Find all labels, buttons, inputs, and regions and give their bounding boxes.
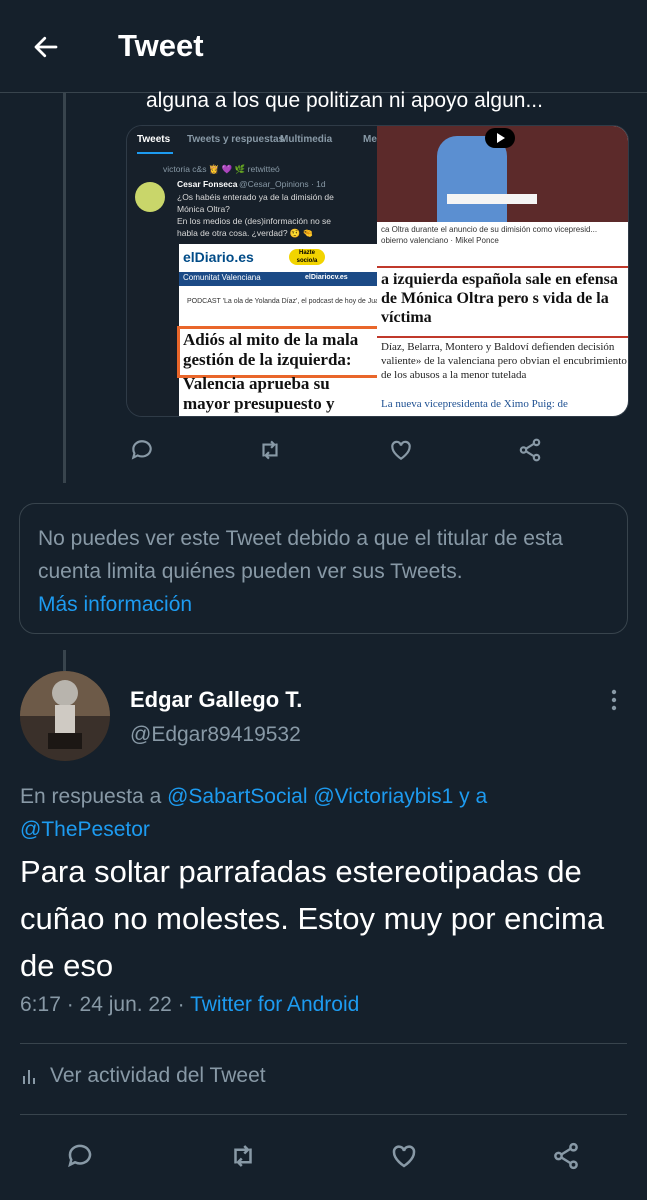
tweet-line: ¿Os habéis enterado ya de la dimisión de	[177, 192, 334, 202]
section-site: elDiariocv.es	[305, 274, 348, 281]
user-handle[interactable]: @Edgar89419532	[130, 723, 301, 747]
bar-chart-icon	[23, 1070, 35, 1084]
person-figure	[437, 136, 507, 222]
more-options-button[interactable]	[598, 684, 630, 716]
notice-text: No puedes ver este Tweet debido a que el…	[38, 527, 563, 583]
restricted-tweet-notice: No puedes ver este Tweet debido a que el…	[19, 503, 628, 634]
heart-icon	[392, 1145, 416, 1168]
tweet-media-image[interactable]: Tweets Tweets y respuestas Multimedia Me…	[126, 125, 629, 417]
reply-context: En respuesta a @SabartSocial @Victoriayb…	[20, 780, 620, 846]
top-app-bar: Tweet	[0, 0, 647, 93]
author-name: Cesar Fonseca	[177, 179, 238, 189]
retweet-icon	[234, 1145, 252, 1167]
tab-indicator	[137, 152, 173, 154]
heart-icon	[391, 440, 411, 460]
reply-icon	[68, 1144, 92, 1168]
tweet-line: Mónica Oltra?	[177, 204, 230, 214]
subscribe-pill: Hazte socio/a	[289, 249, 325, 265]
avatar	[135, 182, 165, 212]
thread-connector	[63, 93, 66, 483]
headline-line: mayor presupuesto y	[183, 394, 335, 413]
reply-prefix: En respuesta a	[20, 785, 162, 808]
more-info-link[interactable]: Más información	[38, 588, 609, 621]
share-button[interactable]	[542, 1136, 590, 1176]
activity-label: Ver actividad del Tweet	[50, 1064, 266, 1087]
article-subheadline: Díaz, Belarra, Montero y Baldoví defiend…	[377, 336, 628, 382]
tweet-line: habla de otra cosa. ¿verdad? 🤨 🤏	[177, 228, 314, 238]
retweet-button[interactable]	[246, 430, 294, 470]
photo-caption: ca Oltra durante el anuncio de su dimisi…	[381, 225, 598, 245]
newspaper-screenshot: elDiario.es Hazte socio/a Comunitat Vale…	[177, 244, 418, 416]
tab-label: Multimedia	[280, 134, 333, 145]
tab-label: Tweets y respuestas	[187, 134, 285, 145]
reply-button[interactable]	[118, 430, 166, 470]
section-label: Comunitat Valenciana	[183, 273, 261, 282]
display-name[interactable]: Edgar Gallego T.	[130, 687, 302, 713]
tab-label: Tweets	[137, 134, 171, 145]
reply-icon	[131, 440, 152, 460]
share-icon	[554, 1142, 578, 1170]
reply-button[interactable]	[56, 1136, 104, 1176]
more-vertical-icon	[611, 689, 617, 711]
tweet-meta: 6:17 · 24 jun. 22 · Twitter for Android	[20, 993, 359, 1017]
avatar[interactable]	[20, 671, 110, 761]
article-headline: a izquierda española sale en efensa de M…	[377, 266, 628, 327]
like-button[interactable]	[377, 430, 425, 470]
trophy-image	[20, 671, 110, 761]
tweet-text: Para soltar parrafadas estereotipadas de…	[20, 854, 605, 983]
reply-mentions-link[interactable]: @SabartSocial @Victoriaybis1 y a	[167, 785, 487, 808]
screenshot-twitter-profile: Tweets Tweets y respuestas Multimedia Me…	[127, 126, 418, 416]
screenshot-news-article: ca Oltra durante el anuncio de su dimisi…	[377, 126, 628, 416]
tweet-text-snippet: alguna a los que politizan ni apoyo algu…	[146, 89, 543, 112]
back-button[interactable]	[20, 25, 72, 69]
headline-line: gestión de la izquierda:	[183, 350, 352, 369]
newspaper-logo: elDiario.es	[183, 249, 254, 265]
section-band: Comunitat Valenciana elDiariocv.es	[179, 272, 377, 286]
tweet-source-link[interactable]: Twitter for Android	[190, 993, 359, 1016]
thread-connector	[63, 650, 66, 672]
tab-label: Me	[363, 134, 377, 145]
tweet-line: En los medios de (des)información no se	[177, 216, 332, 226]
tweet-timestamp[interactable]: 6:17 · 24 jun. 22 ·	[20, 993, 185, 1016]
related-link: La nueva vicepresidenta de Ximo Puig: de	[381, 398, 568, 410]
share-icon	[519, 438, 541, 462]
like-button[interactable]	[380, 1136, 428, 1176]
author-handle: @Cesar_Opinions · 1d	[239, 179, 326, 189]
divider	[20, 1043, 627, 1044]
play-icon	[485, 128, 515, 148]
view-activity-link[interactable]: Ver actividad del Tweet	[20, 1064, 266, 1088]
divider	[20, 1114, 627, 1115]
video-frame	[377, 126, 628, 222]
arrow-left-icon	[34, 36, 58, 58]
page-title: Tweet	[118, 28, 204, 63]
reply-mention-link[interactable]: @ThePesetor	[20, 818, 150, 841]
retweet-icon	[262, 440, 278, 460]
retweet-button[interactable]	[219, 1136, 267, 1176]
headline-line: Valencia aprueba su	[183, 374, 330, 393]
paper-sheet	[447, 194, 537, 204]
headline-line: Adiós al mito de la mala	[183, 330, 359, 349]
share-button[interactable]	[506, 430, 554, 470]
retweet-line: victoria c&s 👸 💜 🌿 retwitteó	[163, 164, 280, 174]
